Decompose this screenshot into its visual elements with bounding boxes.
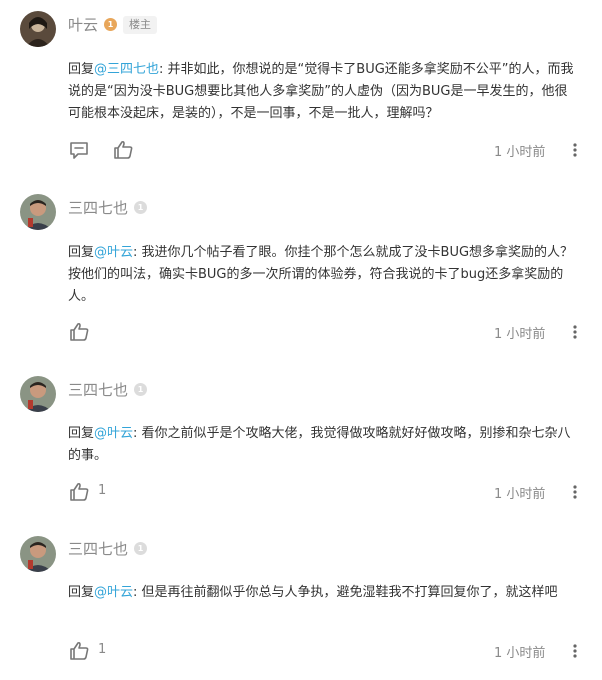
thumbs-up-icon[interactable]	[112, 139, 134, 161]
thumbs-up-icon[interactable]	[68, 321, 90, 343]
comment-item: 三四七也 1 回复@叶云: 我进你几个帖子看了眼。你挂个那个怎么就成了没卡BUG…	[0, 180, 602, 360]
comment-item: 叶云 1 楼主 回复@三四七也: 并非如此，你想说的是“觉得卡了BUG还能多拿奖…	[0, 0, 602, 180]
comment-body: : 我进你几个帖子看了眼。你挂个那个怎么就成了没卡BUG想多拿奖励的人？按他们的…	[68, 245, 574, 304]
username[interactable]: 三四七也 1	[68, 197, 153, 218]
like-count: 1	[98, 483, 107, 498]
comment-actions: 1 1 小时前	[68, 640, 582, 662]
avatar[interactable]	[20, 11, 56, 47]
more-icon[interactable]	[568, 481, 582, 503]
comment-item: 三四七也 1 回复@叶云: 看你之前似乎是个攻略大佬，我觉得做攻略就好好做攻略，…	[0, 360, 602, 520]
comment-body: : 看你之前似乎是个攻略大佬，我觉得做攻略就好好做攻略，别掺和杂七杂八的事。	[68, 426, 571, 463]
avatar[interactable]	[20, 376, 56, 412]
comment-actions: 1 小时前	[68, 139, 582, 161]
like-count: 1	[98, 642, 107, 657]
comment-text: 回复@叶云: 我进你几个帖子看了眼。你挂个那个怎么就成了没卡BUG想多拿奖励的人…	[68, 242, 580, 308]
timestamp: 1 小时前	[494, 487, 546, 502]
username-text: 三四七也	[68, 199, 129, 217]
level-icon: 1	[134, 201, 148, 214]
username[interactable]: 三四七也 1	[68, 379, 153, 400]
comment-actions: 1 小时前	[68, 321, 582, 343]
mention-link[interactable]: @叶云	[94, 245, 133, 260]
level-icon: 1	[104, 18, 118, 31]
avatar[interactable]	[20, 536, 56, 572]
more-icon[interactable]	[568, 640, 582, 662]
level-icon: 1	[134, 383, 148, 396]
avatar[interactable]	[20, 194, 56, 230]
timestamp: 1 小时前	[494, 327, 546, 342]
reply-prefix: 回复	[68, 62, 95, 77]
comment-text: 回复@叶云: 但是再往前翻似乎你总与人争执，避免湿鞋我不打算回复你了，就这样吧	[68, 582, 580, 604]
username-text: 三四七也	[68, 381, 129, 399]
more-icon[interactable]	[568, 321, 582, 343]
timestamp: 1 小时前	[494, 646, 546, 661]
comment-text: 回复@三四七也: 并非如此，你想说的是“觉得卡了BUG还能多拿奖励不公平”的人，…	[68, 59, 580, 125]
reply-prefix: 回复	[68, 585, 95, 600]
username[interactable]: 叶云 1 楼主	[68, 14, 158, 35]
thumbs-up-icon[interactable]	[68, 640, 90, 662]
username[interactable]: 三四七也 1	[68, 538, 153, 559]
comment-text: 回复@叶云: 看你之前似乎是个攻略大佬，我觉得做攻略就好好做攻略，别掺和杂七杂八…	[68, 423, 580, 467]
avatar-image	[20, 376, 56, 412]
mention-link[interactable]: @叶云	[94, 426, 133, 441]
avatar-image	[20, 11, 56, 47]
more-icon[interactable]	[568, 139, 582, 161]
comment-body: : 但是再往前翻似乎你总与人争执，避免湿鞋我不打算回复你了，就这样吧	[133, 585, 558, 600]
reply-prefix: 回复	[68, 426, 95, 441]
op-badge: 楼主	[123, 15, 158, 34]
timestamp: 1 小时前	[494, 145, 546, 160]
comment-actions: 1 1 小时前	[68, 481, 582, 503]
avatar-image	[20, 536, 56, 572]
mention-link[interactable]: @叶云	[94, 585, 133, 600]
level-icon: 1	[134, 542, 148, 555]
mention-link[interactable]: @三四七也	[94, 62, 159, 77]
username-text: 叶云	[68, 16, 99, 34]
avatar-image	[20, 194, 56, 230]
username-text: 三四七也	[68, 540, 129, 558]
comment-icon[interactable]	[68, 139, 90, 161]
thumbs-up-icon[interactable]	[68, 481, 90, 503]
comment-item: 三四七也 1 回复@叶云: 但是再往前翻似乎你总与人争执，避免湿鞋我不打算回复你…	[0, 520, 602, 680]
reply-prefix: 回复	[68, 245, 95, 260]
